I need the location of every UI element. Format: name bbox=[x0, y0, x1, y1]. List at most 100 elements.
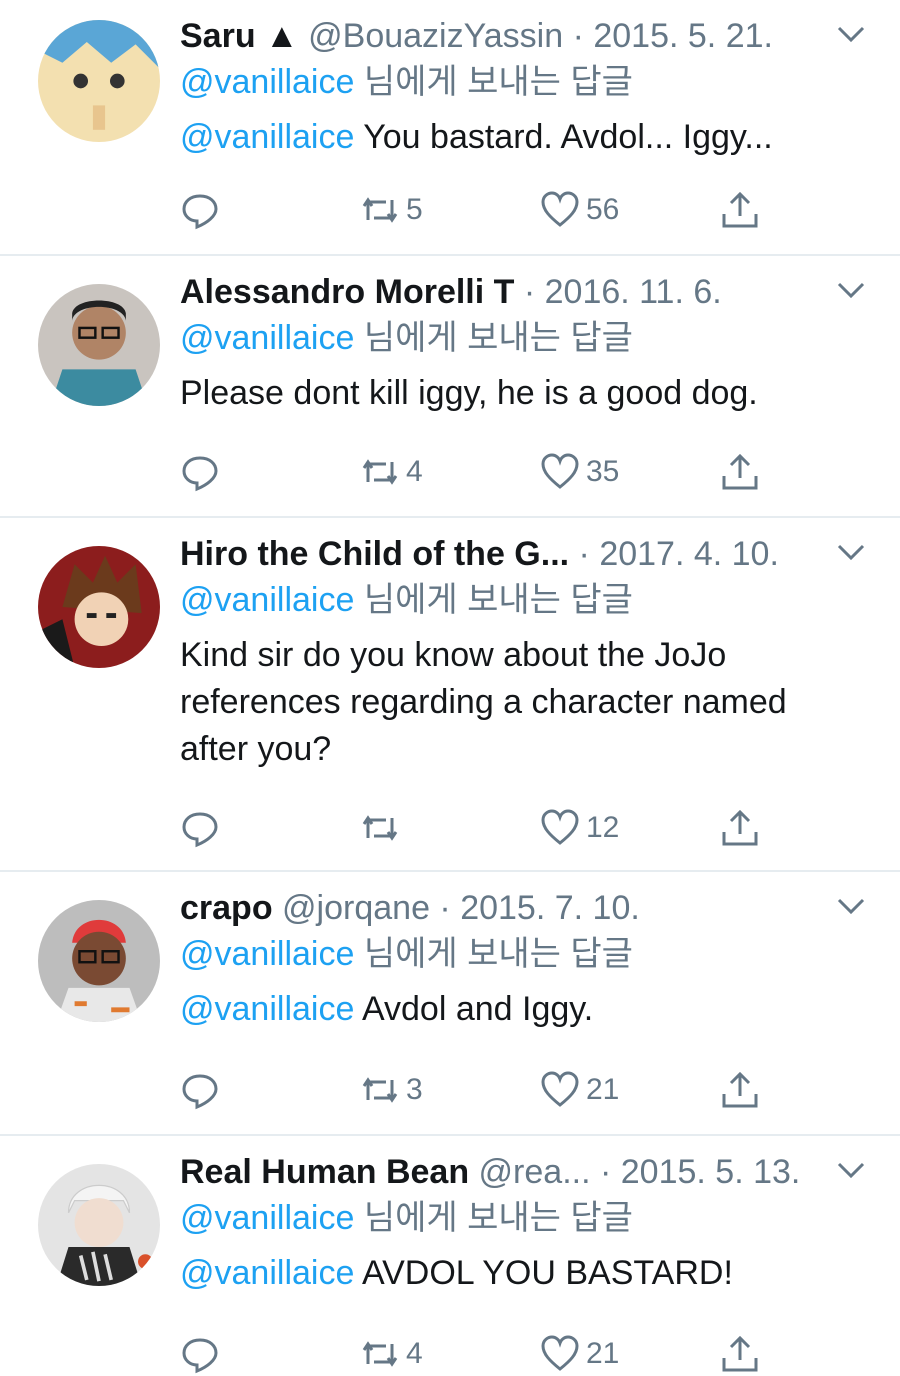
separator-dot: · bbox=[569, 535, 600, 573]
like-count: 56 bbox=[586, 193, 620, 226]
user-name[interactable]: Saru ▲ bbox=[180, 17, 299, 55]
separator-dot: · bbox=[563, 17, 594, 55]
retweet-button[interactable]: 3 bbox=[360, 1068, 423, 1112]
reply-icon bbox=[182, 456, 218, 492]
retweet-icon bbox=[362, 459, 398, 485]
tweet-date[interactable]: 2015. 7. 10. bbox=[460, 889, 640, 927]
text-mention-link[interactable]: @vanillaice bbox=[180, 990, 354, 1028]
user-handle[interactable]: @rea... bbox=[479, 1153, 591, 1191]
like-count: 35 bbox=[586, 455, 620, 488]
share-button[interactable] bbox=[720, 450, 760, 494]
like-button[interactable]: 56 bbox=[540, 188, 619, 232]
user-name[interactable]: Alessandro Morelli T bbox=[180, 273, 514, 311]
tweet-body: AVDOL YOU BASTARD! bbox=[354, 1254, 733, 1292]
avatar[interactable] bbox=[38, 20, 160, 142]
heart-icon bbox=[541, 1335, 579, 1371]
like-button[interactable]: 21 bbox=[540, 1068, 619, 1112]
like-button[interactable]: 12 bbox=[540, 806, 619, 850]
avatar[interactable] bbox=[38, 284, 160, 406]
reply-button[interactable] bbox=[180, 1332, 220, 1376]
user-name[interactable]: Hiro the Child of the G... bbox=[180, 535, 569, 573]
chevron-down-icon[interactable] bbox=[836, 896, 866, 916]
tweet-body: You bastard. Avdol... Iggy... bbox=[354, 118, 773, 156]
share-icon bbox=[722, 809, 758, 846]
heart-icon bbox=[541, 191, 579, 227]
tweet-text: @vanillaice AVDOL YOU BASTARD! bbox=[180, 1250, 840, 1297]
reply-suffix: 님에게 보내는 답글 bbox=[354, 63, 633, 101]
chevron-down-icon[interactable] bbox=[836, 24, 866, 44]
reply-to-line: @vanillaice 님에게 보내는 답글 bbox=[180, 930, 840, 978]
reply-button[interactable] bbox=[180, 188, 220, 232]
avatar[interactable] bbox=[38, 900, 160, 1022]
like-button[interactable]: 35 bbox=[540, 450, 619, 494]
reply-suffix: 님에게 보내는 답글 bbox=[354, 935, 633, 973]
reply-mention-link[interactable]: @vanillaice bbox=[180, 581, 354, 619]
tweet-header: crapo @jorqane · 2015. 7. 10. bbox=[180, 886, 840, 930]
reply-suffix: 님에게 보내는 답글 bbox=[354, 319, 633, 357]
retweet-icon bbox=[362, 1077, 398, 1103]
user-name[interactable]: Real Human Bean bbox=[180, 1153, 469, 1191]
reply-mention-link[interactable]: @vanillaice bbox=[180, 63, 354, 101]
tweet-header: Saru ▲ @BouazizYassin · 2015. 5. 21. bbox=[180, 14, 840, 58]
text-mention-link[interactable]: @vanillaice bbox=[180, 1254, 354, 1292]
reply-icon bbox=[182, 194, 218, 230]
tweet-actions: 4 35 bbox=[180, 450, 800, 494]
share-button[interactable] bbox=[720, 1332, 760, 1376]
tweet-text: @vanillaice Avdol and Iggy. bbox=[180, 986, 840, 1033]
share-icon bbox=[722, 1335, 758, 1372]
tweet-date[interactable]: 2017. 4. 10. bbox=[599, 535, 779, 573]
tweet-actions: 3 21 bbox=[180, 1068, 800, 1112]
tweet[interactable]: Hiro the Child of the G... · 2017. 4. 10… bbox=[0, 518, 900, 872]
tweet-feed: Saru ▲ @BouazizYassin · 2015. 5. 21. @va… bbox=[0, 0, 900, 1374]
reply-icon bbox=[182, 1074, 218, 1110]
reply-mention-link[interactable]: @vanillaice bbox=[180, 935, 354, 973]
user-name[interactable]: crapo bbox=[180, 889, 273, 927]
retweet-button[interactable]: 4 bbox=[360, 1332, 423, 1376]
tweet-text: Please dont kill iggy, he is a good dog. bbox=[180, 374, 758, 412]
tweet[interactable]: Real Human Bean @rea... · 2015. 5. 13. @… bbox=[0, 1136, 900, 1374]
text-mention-link[interactable]: @vanillaice bbox=[180, 118, 354, 156]
separator-dot: · bbox=[429, 889, 461, 927]
share-button[interactable] bbox=[720, 1068, 760, 1112]
retweet-count: 4 bbox=[406, 1337, 423, 1370]
chevron-down-icon[interactable] bbox=[836, 542, 866, 562]
share-button[interactable] bbox=[720, 806, 760, 850]
reply-icon bbox=[182, 1338, 218, 1374]
reply-to-line: @vanillaice 님에게 보내는 답글 bbox=[180, 1194, 840, 1242]
reply-to-line: @vanillaice 님에게 보내는 답글 bbox=[180, 314, 840, 362]
like-button[interactable]: 21 bbox=[540, 1332, 619, 1376]
user-handle[interactable]: @BouazizYassin bbox=[308, 17, 563, 55]
heart-icon bbox=[541, 809, 579, 845]
tweet-date[interactable]: 2015. 5. 13. bbox=[621, 1153, 801, 1191]
retweet-count: 5 bbox=[406, 193, 423, 226]
tweet[interactable]: Saru ▲ @BouazizYassin · 2015. 5. 21. @va… bbox=[0, 0, 900, 256]
chevron-down-icon[interactable] bbox=[836, 1160, 866, 1180]
retweet-count: 4 bbox=[406, 455, 423, 488]
chevron-down-icon[interactable] bbox=[836, 280, 866, 300]
tweet-actions: 4 21 bbox=[180, 1332, 800, 1376]
reply-suffix: 님에게 보내는 답글 bbox=[354, 1199, 633, 1237]
reply-button[interactable] bbox=[180, 450, 220, 494]
like-count: 12 bbox=[586, 811, 620, 844]
tweet[interactable]: crapo @jorqane · 2015. 7. 10. @vanillaic… bbox=[0, 872, 900, 1136]
retweet-icon bbox=[362, 1341, 398, 1367]
like-count: 21 bbox=[586, 1337, 620, 1370]
reply-button[interactable] bbox=[180, 1068, 220, 1112]
tweet-header: Alessandro Morelli T · 2016. 11. 6. bbox=[180, 270, 840, 314]
heart-icon bbox=[541, 453, 579, 489]
reply-button[interactable] bbox=[180, 806, 220, 850]
tweet[interactable]: Alessandro Morelli T · 2016. 11. 6. @van… bbox=[0, 256, 900, 518]
tweet-date[interactable]: 2016. 11. 6. bbox=[545, 273, 722, 311]
user-handle[interactable]: @jorqane bbox=[282, 889, 430, 927]
retweet-button[interactable] bbox=[360, 806, 406, 850]
reply-mention-link[interactable]: @vanillaice bbox=[180, 1199, 354, 1237]
reply-mention-link[interactable]: @vanillaice bbox=[180, 319, 354, 357]
retweet-button[interactable]: 4 bbox=[360, 450, 423, 494]
avatar[interactable] bbox=[38, 546, 160, 668]
separator-dot: · bbox=[590, 1153, 621, 1191]
avatar[interactable] bbox=[38, 1164, 160, 1286]
reply-to-line: @vanillaice 님에게 보내는 답글 bbox=[180, 58, 840, 106]
tweet-date[interactable]: 2015. 5. 21. bbox=[593, 17, 773, 55]
share-button[interactable] bbox=[720, 188, 760, 232]
retweet-button[interactable]: 5 bbox=[360, 188, 423, 232]
